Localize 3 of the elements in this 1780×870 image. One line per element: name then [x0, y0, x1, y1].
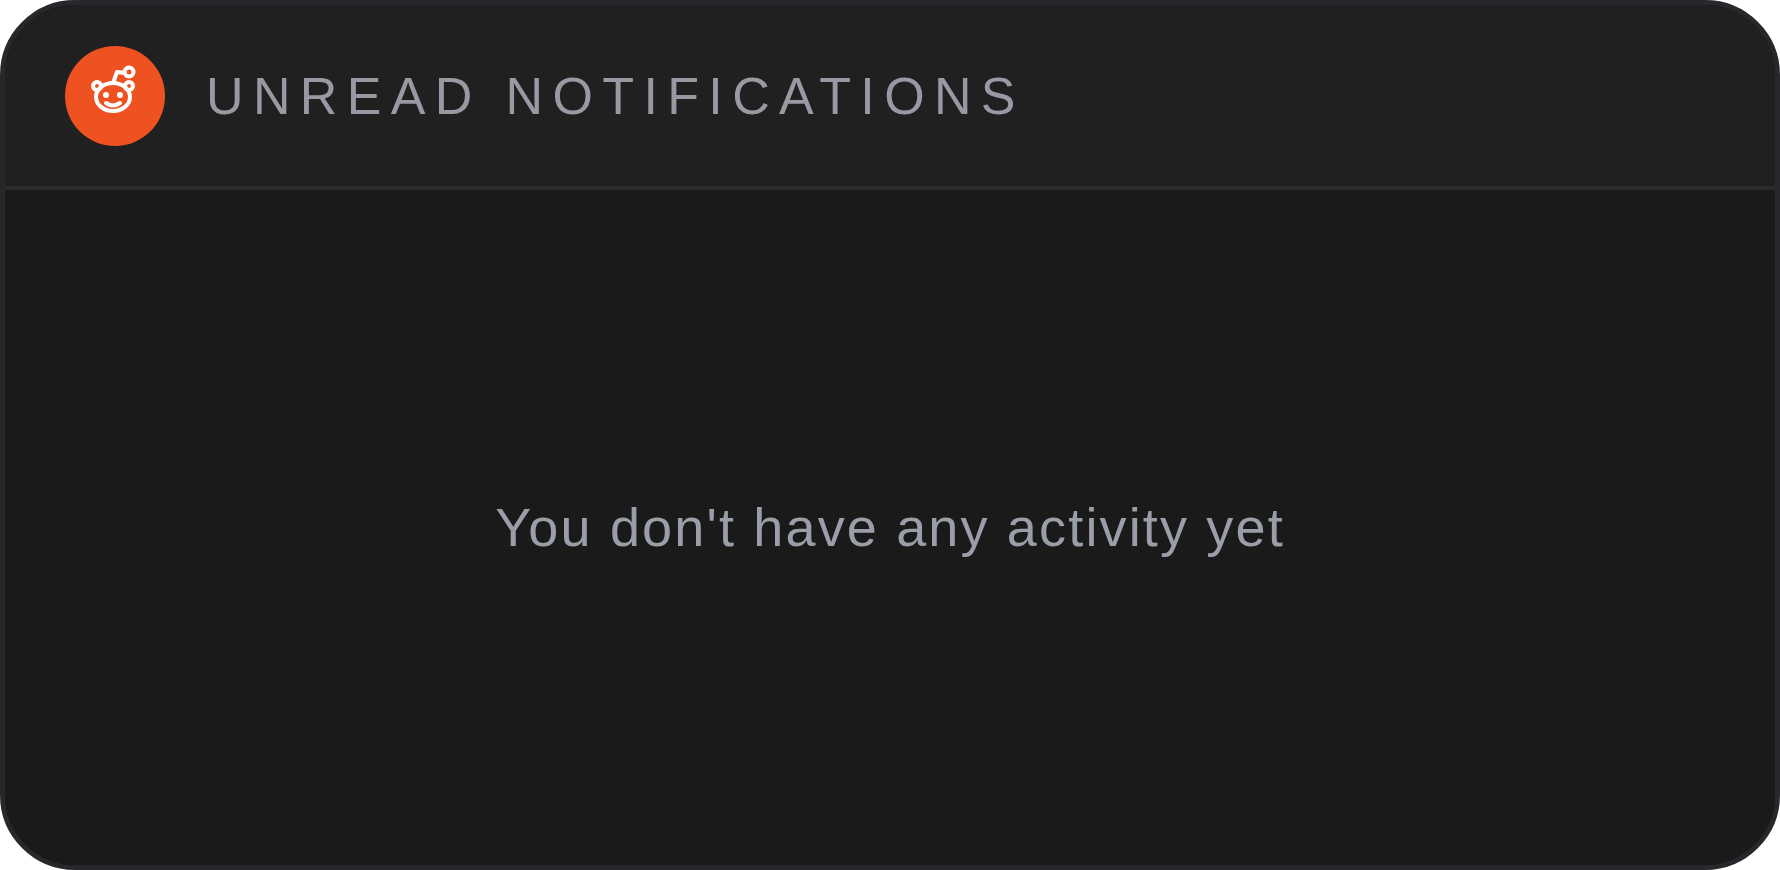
panel-title: UNREAD NOTIFICATIONS	[206, 69, 1025, 122]
face-logo-icon	[65, 45, 165, 146]
empty-state-message: You don't have any activity yet	[495, 495, 1285, 559]
